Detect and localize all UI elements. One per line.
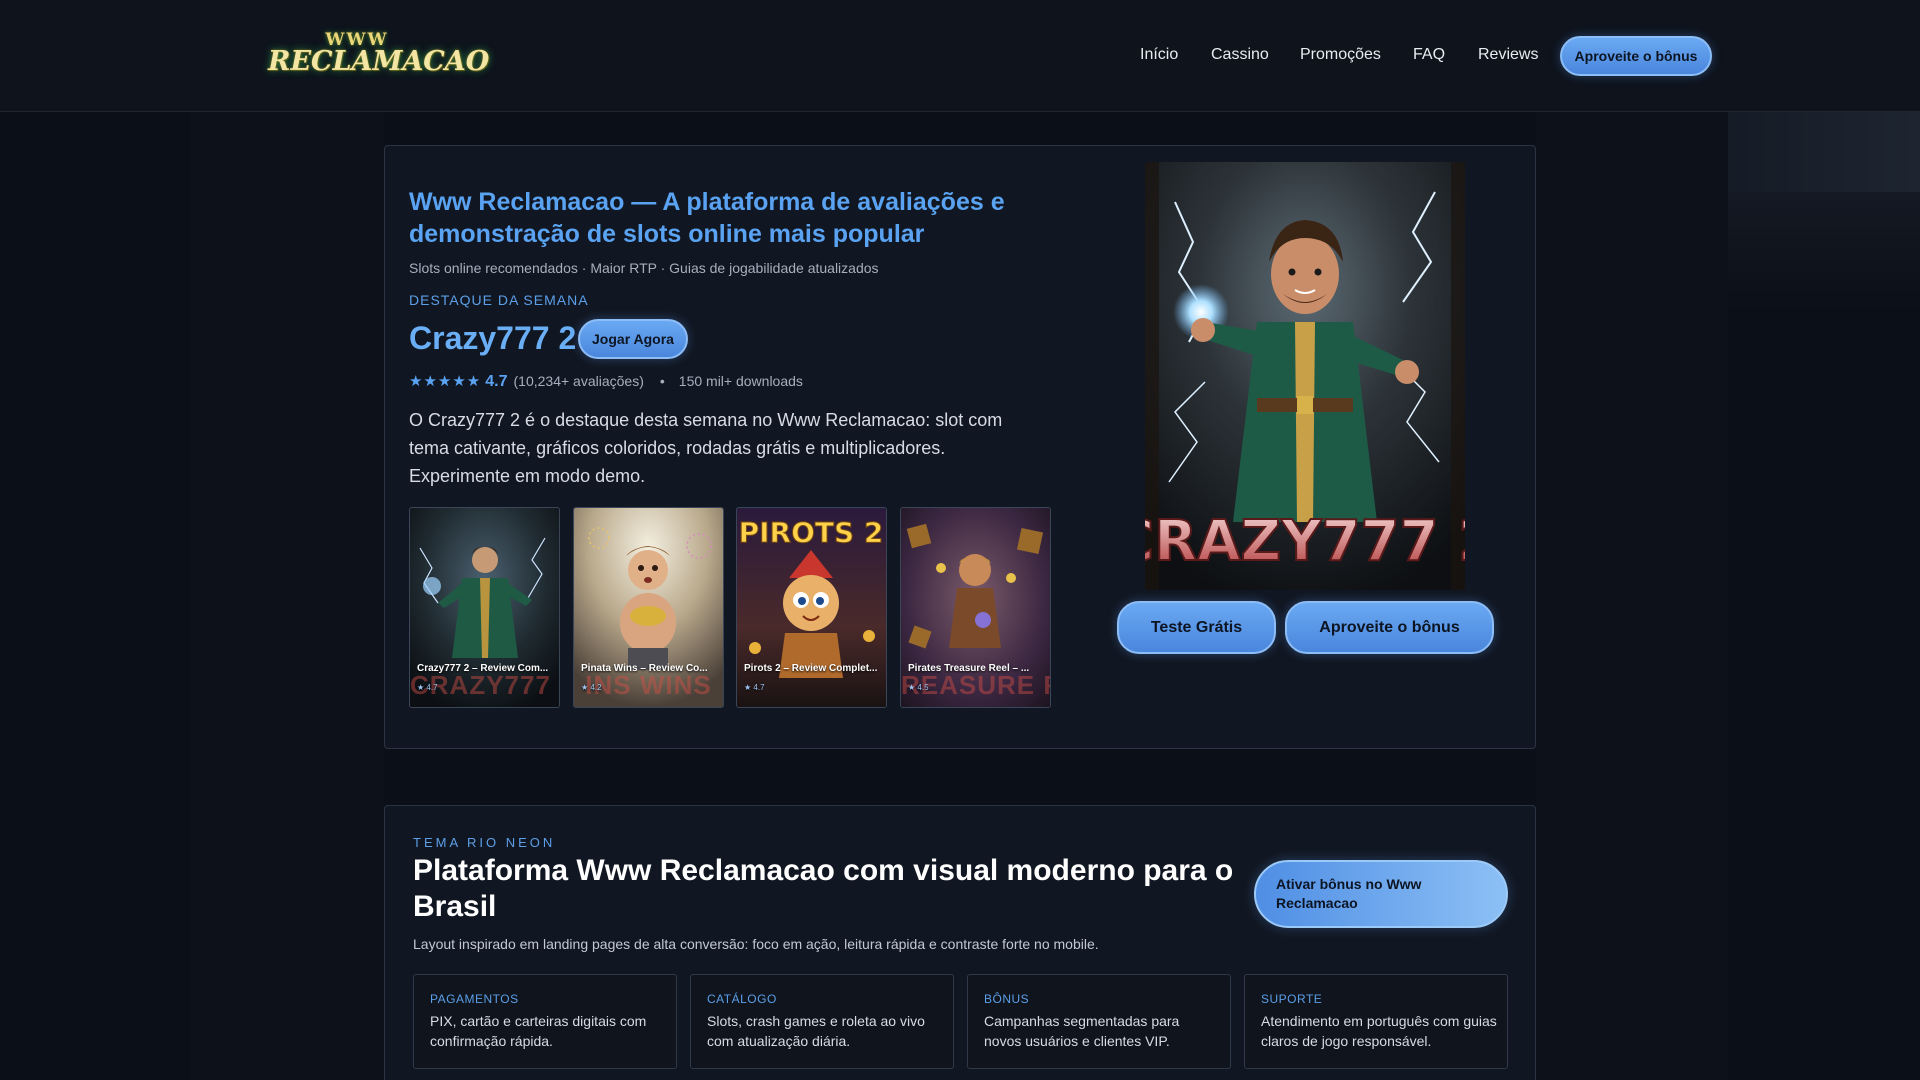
top-navigation-bar: WWW RECLAMACAO Início Cassino Promoções …	[0, 0, 1920, 112]
game-thumbnail[interactable]: INS WINS Pinata Wins – Review Co... ★ 4.…	[573, 507, 724, 708]
free-trial-button[interactable]: Teste Grátis	[1117, 601, 1276, 654]
nav-link-promocoes[interactable]: Promoções	[1300, 46, 1381, 64]
feature-cards: PAGAMENTOS PIX, cartão e carteiras digit…	[413, 974, 1508, 1069]
nav-link-cassino[interactable]: Cassino	[1211, 46, 1269, 64]
thumbnail-rating: ★ 4.7	[744, 683, 765, 692]
section-description: Layout inspirado em landing pages de alt…	[413, 936, 1099, 952]
nav-link-faq[interactable]: FAQ	[1413, 46, 1445, 64]
right-backdrop	[1536, 112, 1728, 1080]
poster-title: CRAZY777 2	[1145, 509, 1465, 574]
pirots2-thumbnail-art: PIROTS 2	[737, 508, 886, 707]
game-thumbnail-row: CRAZY777 2 Crazy777 2 – Review Com... ★ …	[409, 507, 1051, 708]
feature-card-support: SUPORTE Atendimento em português com gui…	[1244, 974, 1508, 1069]
hero-title: Www Reclamacao — A plataforma de avaliaç…	[409, 188, 1005, 248]
download-count: 150 mil+ downloads	[678, 373, 803, 389]
feature-card-bonus: BÔNUS Campanhas segmentadas para novos u…	[967, 974, 1231, 1069]
logo-line-2: RECLAMACAO	[268, 46, 490, 77]
featured-hero-card: Www Reclamacao — A plataforma de avaliaç…	[384, 145, 1536, 749]
pirots2-banner: PIROTS 2	[739, 516, 884, 549]
featured-game-poster[interactable]: CRAZY777 2	[1145, 162, 1465, 590]
featured-game-title: Crazy777 2	[409, 320, 577, 356]
right-glow	[1728, 112, 1920, 192]
thumbnail-rating: ★ 4.2	[581, 683, 602, 692]
thumbnail-rating: ★ 4.5	[908, 683, 929, 692]
activate-bonus-button[interactable]: Ativar bônus no Www Reclamacao	[1254, 860, 1508, 928]
site-logo[interactable]: WWW RECLAMACAO	[268, 28, 490, 80]
platform-section: TEMA RIO NEON Plataforma Www Reclamacao …	[384, 805, 1536, 1080]
game-thumbnail[interactable]: PIROTS 2 Pirots 2 – Review Complet... ★ …	[736, 507, 887, 708]
header-bonus-button[interactable]: Aproveite o bônus	[1560, 36, 1712, 76]
card-text: PIX, cartão e carteiras digitais com con…	[430, 1013, 647, 1049]
left-backdrop	[190, 112, 384, 1080]
play-now-button[interactable]: Jogar Agora	[578, 319, 688, 359]
card-kicker: SUPORTE	[1261, 992, 1323, 1006]
nav-link-reviews[interactable]: Reviews	[1478, 46, 1538, 64]
featured-kicker: DESTAQUE DA SEMANA	[409, 292, 589, 308]
card-text: Atendimento em português com guias claro…	[1261, 1013, 1497, 1049]
thumbnail-caption: Pinata Wins – Review Co...	[581, 663, 708, 674]
separator-dot: •	[659, 373, 665, 389]
section-title: Plataforma Www Reclamacao com visual mod…	[413, 854, 1234, 923]
claim-bonus-button[interactable]: Aproveite o bônus	[1285, 601, 1494, 654]
hero-subtitle: Slots online recomendados · Maior RTP · …	[409, 260, 879, 276]
card-kicker: PAGAMENTOS	[430, 992, 519, 1006]
thumbnail-caption: Pirots 2 – Review Complet...	[744, 663, 878, 674]
hero-description: O Crazy777 2 é o destaque desta semana n…	[409, 410, 1003, 486]
section-kicker: TEMA RIO NEON	[413, 835, 556, 850]
rating-row: ★★★★★ 4.7 (10,234+ avaliações) • 150 mil+ do…	[409, 372, 803, 392]
game-thumbnail[interactable]: REASURE REEL Pirates Treasure Reel – ...…	[900, 507, 1051, 708]
rating-stars-icon: ★★★★★	[409, 373, 482, 390]
thumbnail-caption: Pirates Treasure Reel – ...	[908, 663, 1030, 674]
feature-card-payments: PAGAMENTOS PIX, cartão e carteiras digit…	[413, 974, 677, 1069]
right-glow-fade	[1728, 192, 1920, 312]
card-text: Slots, crash games e roleta ao vivo com …	[707, 1013, 925, 1049]
thumbnail-rating: ★ 4.7	[417, 683, 438, 692]
card-kicker: BÔNUS	[984, 992, 1030, 1006]
game-thumbnail[interactable]: CRAZY777 2 Crazy777 2 – Review Com... ★ …	[409, 507, 560, 708]
review-count: (10,234+ avaliações)	[513, 373, 644, 389]
card-kicker: CATÁLOGO	[707, 992, 777, 1006]
thumbnail-caption: Crazy777 2 – Review Com...	[417, 663, 549, 674]
feature-card-catalog: CATÁLOGO Slots, crash games e roleta ao …	[690, 974, 954, 1069]
crazy777-poster-art: CRAZY777 2	[1145, 162, 1465, 590]
nav-link-inicio[interactable]: Início	[1140, 46, 1178, 64]
card-text: Campanhas segmentadas para novos usuário…	[984, 1013, 1180, 1049]
rating-score: 4.7	[485, 373, 508, 390]
